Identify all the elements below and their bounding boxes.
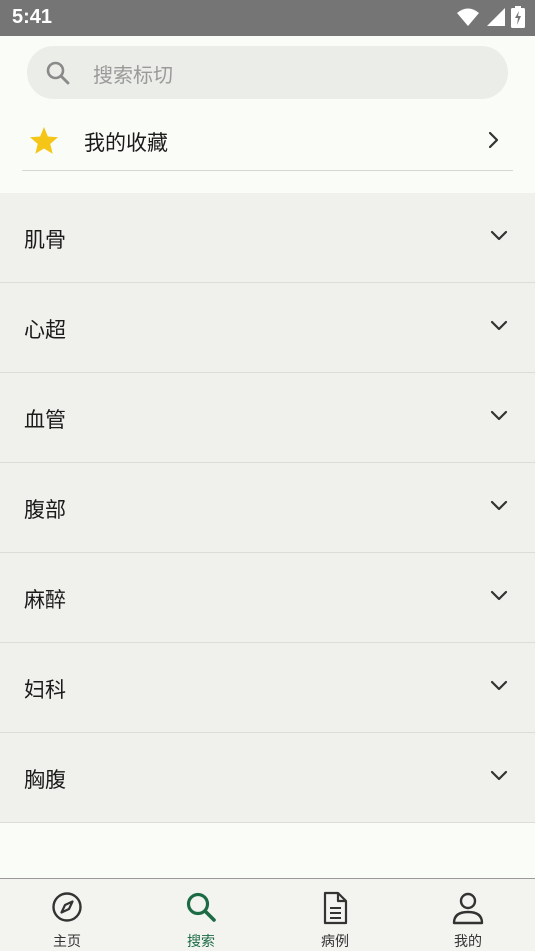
category-label: 腹部 — [24, 498, 66, 522]
chevron-down-icon — [490, 590, 508, 601]
category-label: 麻醉 — [24, 588, 66, 612]
category-label: 肌骨 — [24, 228, 66, 252]
category-label: 胸腹 — [24, 768, 66, 792]
favorites-row[interactable]: 我的收藏 — [22, 112, 513, 171]
signal-icon — [487, 8, 505, 26]
search-icon — [46, 61, 70, 85]
category-item[interactable]: 妇科 — [0, 643, 535, 733]
nav-item-home[interactable]: 主页 — [0, 879, 134, 951]
status-bar: 5:41 — [0, 0, 535, 36]
nav-label: 病例 — [321, 934, 349, 950]
star-icon — [30, 127, 58, 154]
bottom-nav: 主页 搜索 病例 我的 — [0, 878, 535, 951]
category-label: 妇科 — [24, 678, 66, 702]
chevron-down-icon — [490, 500, 508, 511]
search-input[interactable]: 搜索标切 — [27, 46, 508, 99]
person-icon — [452, 892, 484, 925]
status-icons — [457, 6, 525, 28]
chevron-down-icon — [490, 770, 508, 781]
category-item[interactable]: 血管 — [0, 373, 535, 463]
battery-charging-icon — [511, 6, 525, 28]
chevron-down-icon — [490, 680, 508, 691]
chevron-down-icon — [490, 230, 508, 241]
chevron-down-icon — [490, 320, 508, 331]
category-item[interactable]: 麻醉 — [0, 553, 535, 643]
chevron-down-icon — [490, 410, 508, 421]
nav-label: 主页 — [53, 934, 81, 950]
search-icon — [186, 892, 216, 922]
chevron-right-icon — [488, 131, 499, 149]
compass-icon — [52, 892, 82, 922]
nav-item-search[interactable]: 搜索 — [134, 879, 268, 951]
category-label: 血管 — [24, 408, 66, 432]
category-item[interactable]: 胸腹 — [0, 733, 535, 823]
favorites-label: 我的收藏 — [84, 131, 168, 155]
category-item[interactable]: 腹部 — [0, 463, 535, 553]
document-icon — [323, 891, 348, 925]
status-time: 5:41 — [12, 6, 53, 28]
category-label: 心超 — [24, 318, 66, 342]
category-item[interactable]: 肌骨 — [0, 193, 535, 283]
category-item[interactable]: 心超 — [0, 283, 535, 373]
wifi-icon — [457, 8, 479, 26]
search-placeholder: 搜索标切 — [93, 63, 173, 87]
nav-label: 搜索 — [187, 934, 215, 950]
nav-label: 我的 — [454, 934, 482, 950]
nav-item-cases[interactable]: 病例 — [268, 879, 402, 951]
nav-item-profile[interactable]: 我的 — [401, 879, 535, 951]
category-list: 肌骨 心超 血管 腹部 麻醉 妇科 胸腹 — [0, 193, 535, 823]
